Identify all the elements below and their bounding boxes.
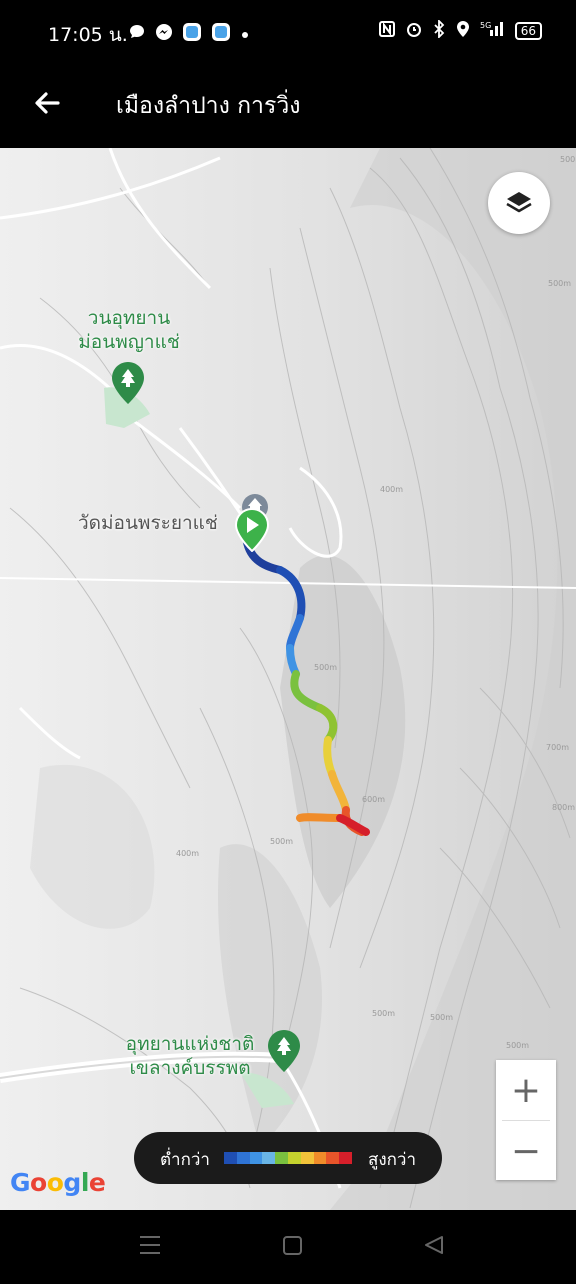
google-logo-letter: l	[80, 1168, 90, 1197]
location-icon	[455, 20, 471, 42]
legend-color-swatch	[313, 1152, 327, 1164]
poi-label-line1: อุทยานแห่งชาติ	[125, 1033, 255, 1055]
contour-label: 400m	[176, 849, 199, 858]
alarm-icon	[405, 20, 423, 42]
contour-label: 500m	[372, 1009, 395, 1018]
page-title: เมืองลำปาง การวิ่ง	[116, 93, 301, 119]
contour-label: 600m	[362, 795, 385, 804]
legend-color-swatch	[236, 1152, 250, 1164]
dot-icon	[240, 25, 250, 44]
legend-low-label: ต่ำกว่า	[160, 1150, 210, 1170]
nfc-icon	[378, 20, 396, 42]
back-button[interactable]	[30, 86, 64, 120]
google-logo-text: Google	[10, 1168, 106, 1197]
contour-label: 500m	[548, 279, 571, 288]
elevation-legend: ต่ำกว่า สูงกว่า	[134, 1132, 442, 1184]
zoom-controls: + −	[496, 1060, 556, 1180]
contour-label: 700m	[546, 743, 569, 752]
play-icon	[234, 507, 270, 553]
legend-color-swatch	[326, 1152, 340, 1164]
status-bar: 17:05 น. 5G 66	[0, 0, 576, 66]
legend-color-bar	[224, 1152, 352, 1164]
poi-label-park-2[interactable]: อุทยานแห่งชาติ เขลางค์บรรพต	[110, 1032, 270, 1080]
contour-label: 500m	[560, 155, 576, 164]
legend-color-swatch	[224, 1152, 237, 1164]
contour-label: 500m	[506, 1041, 529, 1050]
signal-icon: 5G	[480, 20, 506, 42]
map-view[interactable]: 500m 500m 400m 500m 600m 400m 700m 800m …	[0, 148, 576, 1210]
home-icon[interactable]	[283, 1236, 302, 1255]
app-icon	[182, 22, 202, 46]
status-right: 5G 66	[378, 18, 542, 42]
poi-label-park-1[interactable]: วนอุทยาน ม่อนพญาแช่	[54, 306, 204, 354]
tree-icon[interactable]	[268, 1030, 300, 1076]
contour-label: 500m	[430, 1013, 453, 1022]
google-logo-letter: g	[63, 1168, 81, 1197]
bluetooth-icon	[432, 18, 446, 42]
google-logo-letter: o	[46, 1168, 64, 1197]
messenger-icon	[155, 23, 173, 45]
battery-indicator: 66	[514, 22, 542, 40]
menu-icon[interactable]	[140, 1236, 160, 1254]
map-layers-button[interactable]	[488, 172, 550, 234]
tree-icon[interactable]	[112, 362, 144, 408]
back-arrow-icon	[35, 92, 60, 114]
poi-label-line1: วนอุทยาน	[87, 307, 171, 329]
app-bar: เมืองลำปาง การวิ่ง	[0, 66, 576, 148]
google-logo-letter: e	[88, 1168, 106, 1197]
legend-color-swatch	[249, 1152, 263, 1164]
legend-color-swatch	[275, 1152, 288, 1164]
legend-color-swatch	[287, 1152, 301, 1164]
legend-color-swatch	[262, 1152, 276, 1164]
google-logo: Google	[10, 1168, 106, 1197]
contour-label: 400m	[380, 485, 403, 494]
temple-label[interactable]: วัดม่อนพระยาแช่	[78, 508, 218, 538]
zoom-in-button[interactable]: +	[496, 1060, 556, 1120]
layers-icon	[506, 192, 532, 213]
poi-label-line2: เขลางค์บรรพต	[129, 1057, 251, 1079]
zoom-out-button[interactable]: −	[496, 1121, 556, 1181]
start-marker[interactable]	[234, 507, 270, 556]
chat-icon	[128, 23, 146, 45]
system-nav-bar	[0, 1210, 576, 1280]
contour-label: 800m	[552, 803, 575, 812]
contour-label: 500m	[270, 837, 293, 846]
google-logo-letter: G	[10, 1168, 31, 1197]
legend-high-label: สูงกว่า	[367, 1150, 416, 1170]
legend-color-swatch	[339, 1152, 352, 1164]
network-type: 5G	[480, 21, 491, 30]
legend-color-swatch	[300, 1152, 314, 1164]
google-logo-letter: o	[30, 1168, 47, 1197]
status-time: 17:05 น.	[48, 24, 128, 46]
contour-label: 500m	[314, 663, 337, 672]
notification-icons	[128, 22, 250, 46]
app-icon-2	[211, 22, 231, 46]
back-nav-icon[interactable]	[425, 1236, 443, 1254]
poi-label-line2: ม่อนพญาแช่	[78, 331, 180, 353]
